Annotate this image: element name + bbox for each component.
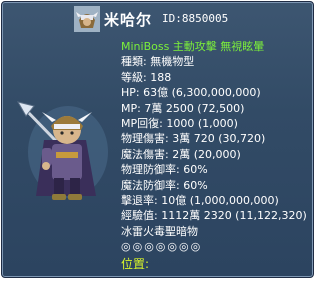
- stat-hp: HP: 63億 (6,300,000,000): [121, 86, 261, 100]
- stat-physical-defense: 物理防御率: 60%: [121, 163, 208, 177]
- element-marks: ◎◎◎◎◎◎◎: [121, 240, 203, 254]
- monster-id: ID:8850005: [162, 12, 229, 25]
- location-label: 位置:: [121, 257, 150, 272]
- stat-mp-regen: MP回復: 1000 (1,000): [121, 116, 238, 130]
- stat-mp: MP: 7萬 2500 (72,500): [121, 101, 245, 115]
- stat-magic-defense: 魔法防御率: 60%: [121, 178, 208, 192]
- monster-tags: MiniBoss 主動攻擊 無視眩暈: [121, 40, 265, 53]
- stat-race: 種類: 無機物型: [121, 55, 195, 69]
- boss-portrait: [16, 100, 114, 204]
- monster-tooltip: 米哈尔 ID:8850005 MiniBoss 主動攻擊 無視眩暈 種類: 無機…: [1, 1, 314, 278]
- stat-exp: 經驗值: 1112萬 2320 (11,122,320): [121, 209, 307, 223]
- stat-level: 等級: 188: [121, 70, 172, 84]
- stat-knockback: 擊退率: 10億 (1,000,000,000): [121, 193, 279, 207]
- monster-avatar-icon: [74, 6, 100, 32]
- stat-physical-damage: 物理傷害: 3萬 720 (30,720): [121, 132, 266, 146]
- stat-magic-damage: 魔法傷害: 2萬 (20,000): [121, 147, 241, 161]
- stat-list: MiniBoss 主動攻擊 無視眩暈 種類: 無機物型 等級: 188 HP: …: [121, 39, 307, 273]
- monster-name: 米哈尔: [104, 11, 153, 29]
- element-names: 冰雷火毒聖暗物: [121, 224, 198, 238]
